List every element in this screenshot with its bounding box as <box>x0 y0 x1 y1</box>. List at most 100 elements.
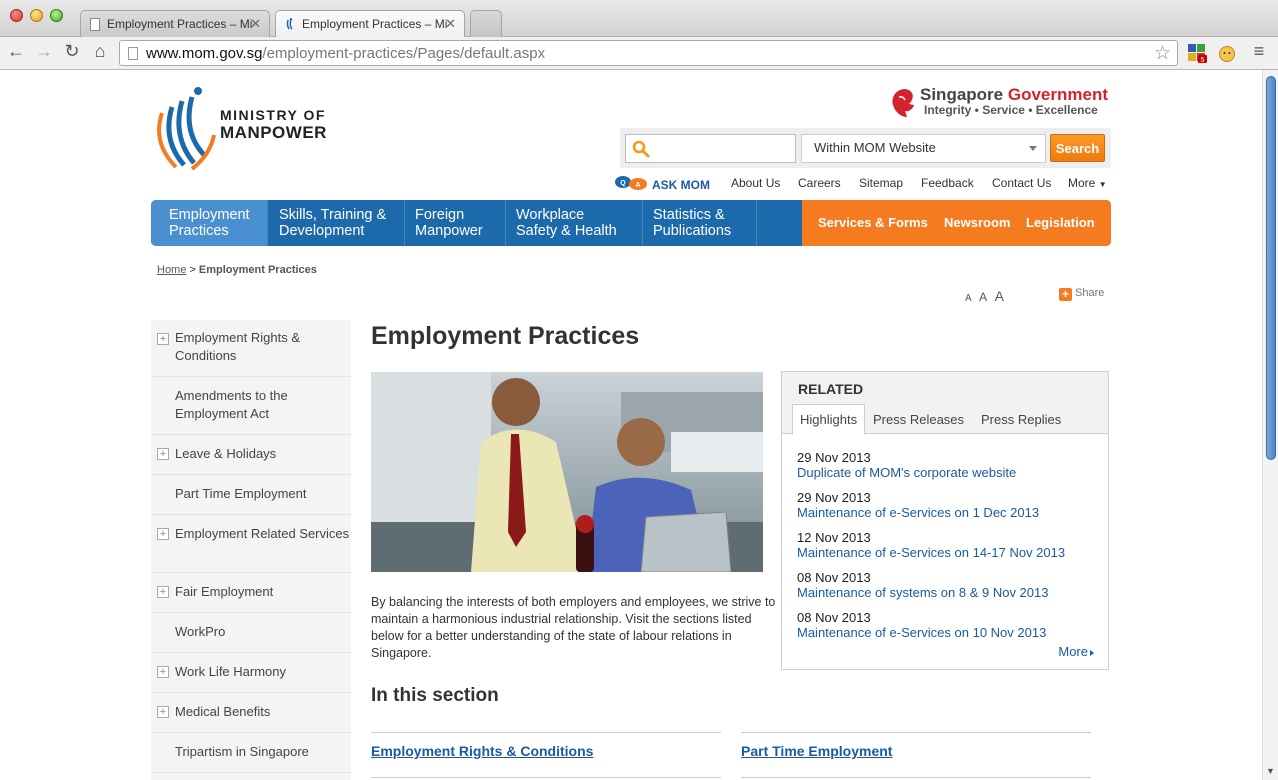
sidebar-item-amendments[interactable]: Amendments to the Employment Act <box>151 377 351 435</box>
close-icon[interactable]: ✕ <box>445 16 456 32</box>
mom-logo-mark-icon <box>157 87 216 171</box>
news-headline-link[interactable]: Maintenance of systems on 8 & 9 Nov 2013 <box>797 585 1048 600</box>
svg-text:Q: Q <box>620 180 626 187</box>
nav-line-2: Safety & Health <box>516 223 617 239</box>
sidebar-item-workpro[interactable]: WorkPro <box>151 613 351 653</box>
nav-statistics-publications[interactable]: Statistics & Publications <box>643 200 757 246</box>
search-button[interactable]: Search <box>1050 134 1105 162</box>
expand-plus-icon[interactable]: + <box>157 586 169 598</box>
tab-press-replies[interactable]: Press Replies <box>981 404 1061 435</box>
news-headline-link[interactable]: Duplicate of MOM's corporate website <box>797 465 1016 480</box>
zoom-window-button[interactable] <box>50 9 63 22</box>
back-arrow-icon[interactable]: ← <box>5 41 27 62</box>
nav-skills-training[interactable]: Skills, Training & Development <box>268 200 405 246</box>
sidebar-item-medical-benefits[interactable]: + Medical Benefits <box>151 693 351 733</box>
sidebar-item-label: Part Time Employment <box>175 486 307 501</box>
ask-mom-label: ASK MOM <box>652 178 710 192</box>
feedback-link[interactable]: Feedback <box>921 176 974 190</box>
more-menu-label: More <box>1068 176 1096 190</box>
news-headline-link[interactable]: Maintenance of e-Services on 14-17 Nov 2… <box>797 545 1065 560</box>
sidebar-item-employment-services[interactable]: + Employment Related Services <box>151 515 351 573</box>
tab-title: Employment Practices – Mi <box>107 17 253 31</box>
nav-foreign-manpower[interactable]: Foreign Manpower <box>405 200 506 246</box>
search-input[interactable] <box>625 134 796 163</box>
logo-line-1: MINISTRY OF <box>220 107 326 123</box>
nav-line-1: Employment <box>169 207 250 223</box>
sidebar-item-label: Tripartism in Singapore <box>175 744 309 759</box>
sidebar-item-work-life[interactable]: + Work Life Harmony <box>151 653 351 693</box>
search-icon <box>632 140 650 158</box>
singapore-government-brand[interactable]: Singapore Government Integrity • Service… <box>890 85 1110 121</box>
browser-tab-2[interactable]: Employment Practices – Mi ✕ <box>275 10 465 38</box>
forward-arrow-icon[interactable]: → <box>33 41 55 62</box>
nav-newsroom[interactable]: Newsroom <box>944 215 1010 230</box>
scrollbar-thumb[interactable] <box>1266 76 1276 460</box>
share-plus-icon: + <box>1059 288 1072 301</box>
text-size-large-button[interactable]: A <box>995 288 1004 304</box>
text-size-medium-button[interactable]: A <box>979 290 987 304</box>
new-tab-button[interactable] <box>470 10 502 37</box>
contact-us-link[interactable]: Contact Us <box>992 176 1051 190</box>
search-scope-select[interactable]: Within MOM Website <box>801 134 1046 163</box>
government-title: Singapore Government <box>920 85 1108 105</box>
mom-logo[interactable]: MINISTRY OF MANPOWER <box>150 85 340 175</box>
extension-badge: 5 <box>1201 57 1205 63</box>
section-link-part-time[interactable]: Part Time Employment <box>741 732 1091 759</box>
page-scrollbar[interactable]: ▼ <box>1262 70 1278 780</box>
nav-line-1: Statistics & <box>653 207 725 223</box>
address-bar[interactable]: www.mom.gov.sg/employment-practices/Page… <box>119 40 1178 66</box>
close-window-button[interactable] <box>10 9 23 22</box>
nav-legislation[interactable]: Legislation <box>1026 215 1095 230</box>
expand-plus-icon[interactable]: + <box>157 706 169 718</box>
share-button[interactable]: + Share <box>1059 287 1104 301</box>
news-headline-link[interactable]: Maintenance of e-Services on 1 Dec 2013 <box>797 505 1039 520</box>
sidebar-item-part-time[interactable]: Part Time Employment <box>151 475 351 515</box>
sidebar-item-leave-holidays[interactable]: + Leave & Holidays <box>151 435 351 475</box>
divider <box>371 777 721 778</box>
intro-paragraph: By balancing the interests of both emplo… <box>371 595 776 660</box>
expand-plus-icon[interactable]: + <box>157 528 169 540</box>
sidebar-item-fair-employment[interactable]: + Fair Employment <box>151 573 351 613</box>
nav-line-1: Skills, Training & <box>279 207 387 223</box>
more-menu[interactable]: More ▼ <box>1068 176 1107 190</box>
bookmark-star-icon[interactable]: ☆ <box>1154 42 1171 65</box>
browser-tab-bar: Employment Practices – Mi ✕ Employment P… <box>0 0 1278 38</box>
related-title: RELATED <box>798 381 864 397</box>
nav-services-forms[interactable]: Services & Forms <box>818 215 928 230</box>
expand-plus-icon[interactable]: + <box>157 666 169 678</box>
about-us-link[interactable]: About Us <box>731 176 780 190</box>
minimize-window-button[interactable] <box>30 9 43 22</box>
nav-workplace-safety[interactable]: Workplace Safety & Health <box>506 200 643 246</box>
reload-icon[interactable]: ↻ <box>61 41 83 62</box>
breadcrumb-current: Employment Practices <box>198 264 317 276</box>
sidebar-item-label: Amendments to the Employment Act <box>175 388 288 421</box>
close-icon[interactable]: ✕ <box>250 16 261 32</box>
list-item: 12 Nov 2013 Maintenance of e-Services on… <box>797 530 1065 560</box>
tab-highlights[interactable]: Highlights <box>792 404 866 435</box>
sidebar-item-tripartism[interactable]: Tripartism in Singapore <box>151 733 351 773</box>
breadcrumb-home-link[interactable]: Home <box>157 264 186 276</box>
logo-line-2: MANPOWER <box>220 123 327 142</box>
section-link-employment-rights[interactable]: Employment Rights & Conditions <box>371 732 721 759</box>
expand-plus-icon[interactable]: + <box>157 333 169 345</box>
news-date: 29 Nov 2013 <box>797 490 871 505</box>
expand-plus-icon[interactable]: + <box>157 448 169 460</box>
sidebar-item-employment-rights[interactable]: + Employment Rights & Conditions <box>151 320 351 377</box>
nav-line-1: Foreign <box>415 207 465 223</box>
careers-link[interactable]: Careers <box>798 176 841 190</box>
tab-press-releases[interactable]: Press Releases <box>873 404 964 435</box>
sidebar-nav: + Employment Rights & Conditions Amendme… <box>151 320 351 780</box>
text-size-small-button[interactable]: A <box>965 293 972 304</box>
extension-cat-icon[interactable] <box>1217 43 1237 63</box>
nav-employment-practices[interactable]: Employment Practices <box>151 200 268 246</box>
sitemap-link[interactable]: Sitemap <box>859 176 903 190</box>
list-item: 08 Nov 2013 Maintenance of e-Services on… <box>797 610 1046 640</box>
menu-icon[interactable]: ≡ <box>1248 41 1270 62</box>
home-icon[interactable]: ⌂ <box>89 41 111 62</box>
news-headline-link[interactable]: Maintenance of e-Services on 10 Nov 2013 <box>797 625 1046 640</box>
more-link[interactable]: More <box>1058 644 1094 659</box>
browser-tab-1[interactable]: Employment Practices – Mi ✕ <box>80 10 270 37</box>
page-icon <box>128 47 138 60</box>
scroll-down-arrow-icon[interactable]: ▼ <box>1266 766 1275 776</box>
extension-grid-icon[interactable]: 5 <box>1187 43 1207 63</box>
